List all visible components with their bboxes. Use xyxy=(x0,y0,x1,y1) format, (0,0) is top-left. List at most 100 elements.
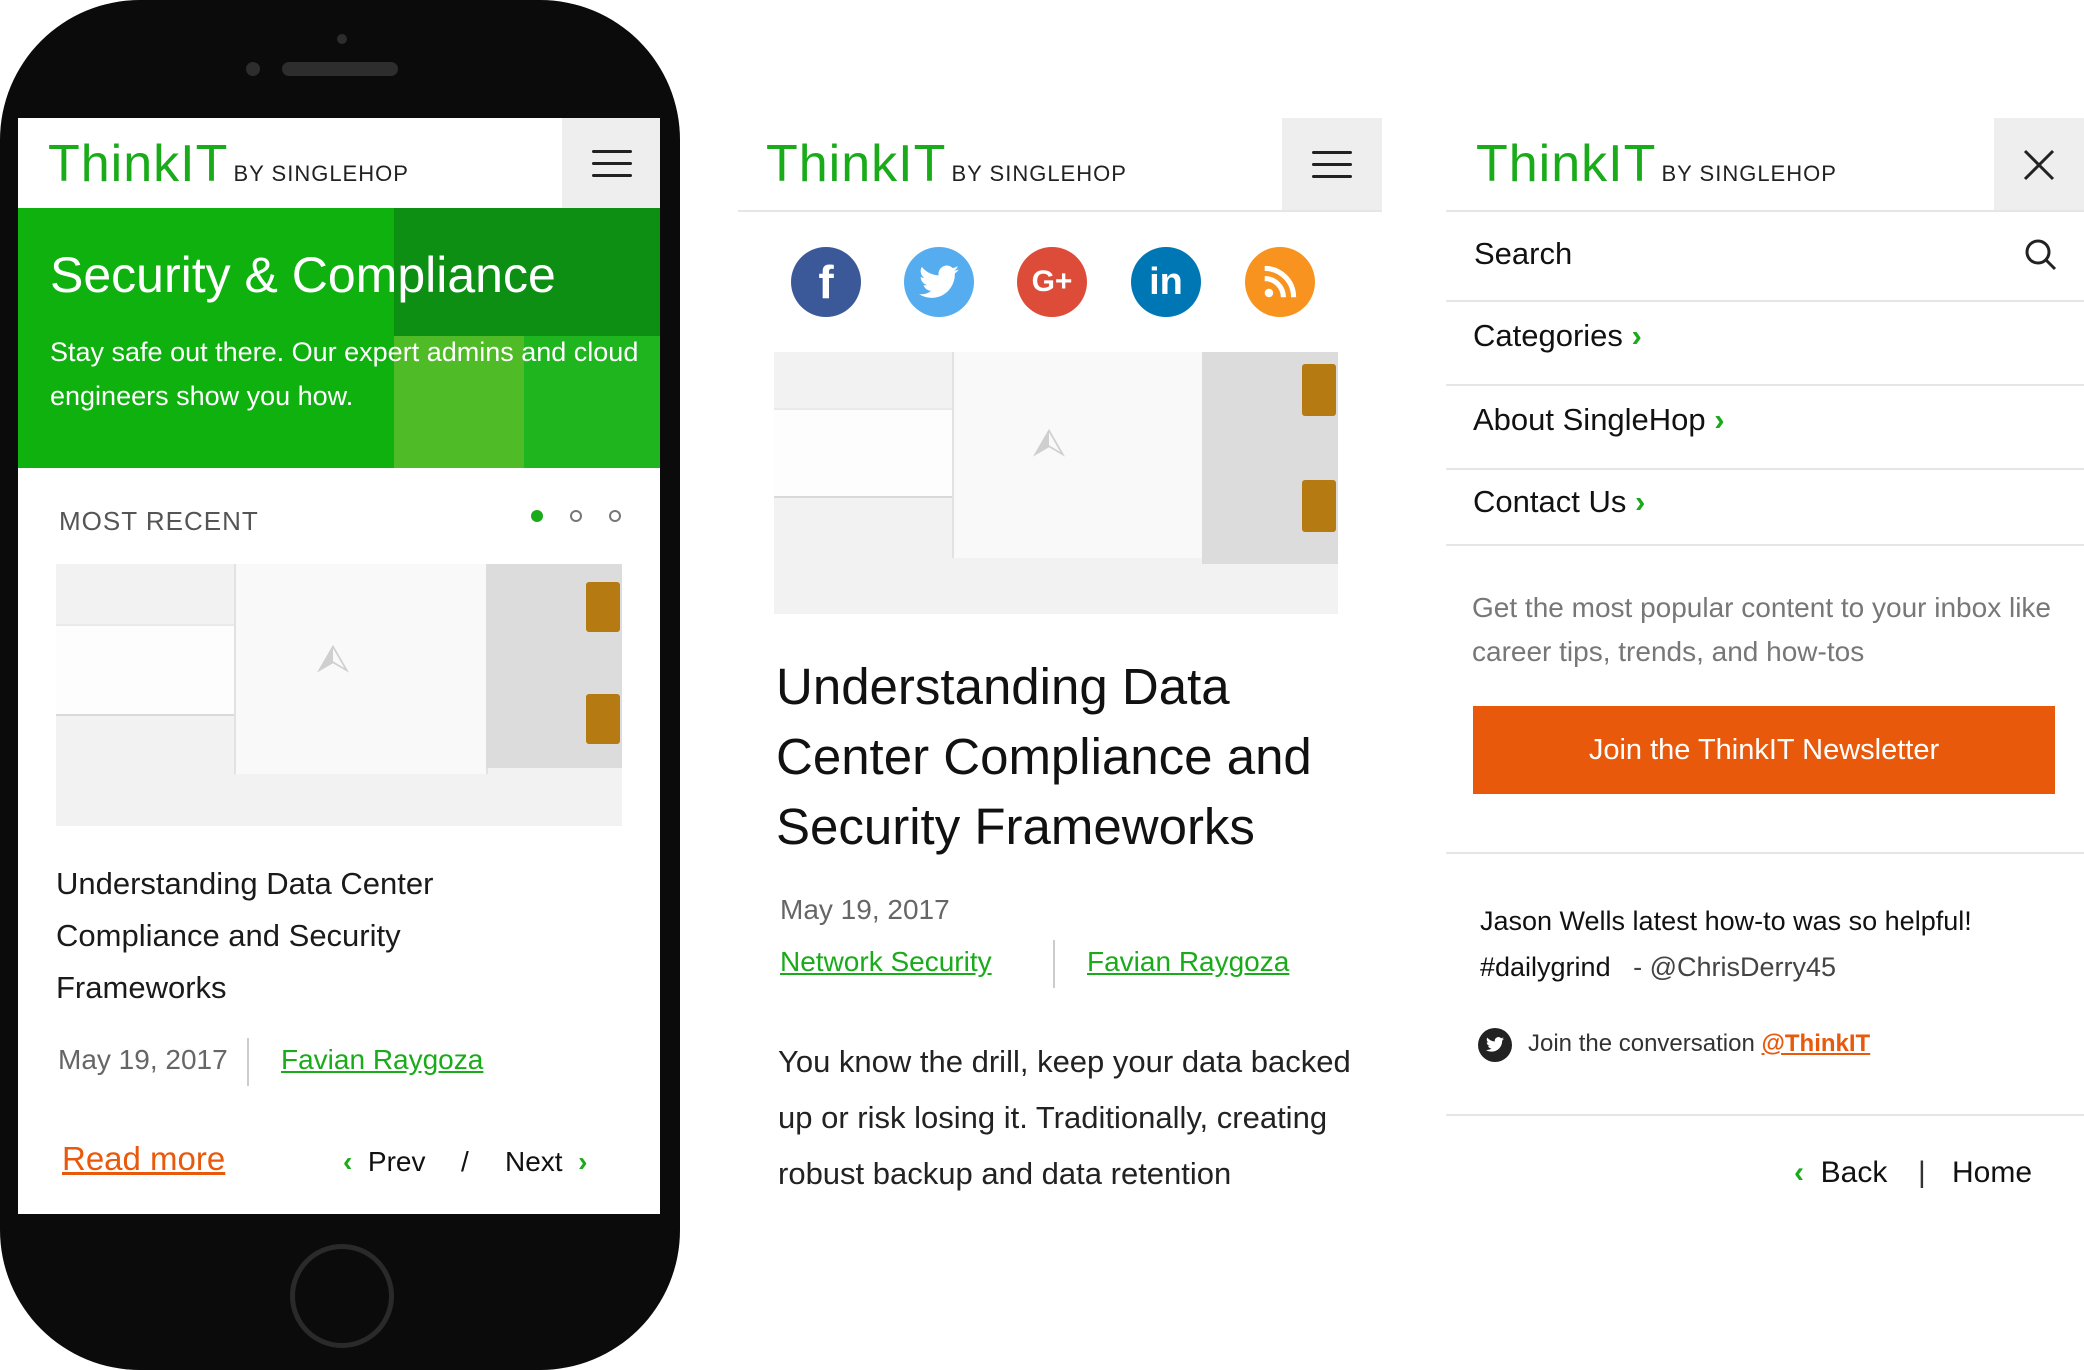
menu-item-label: About SingleHop › xyxy=(1473,402,1725,438)
carousel-dot[interactable] xyxy=(570,510,582,522)
section-divider xyxy=(1446,852,2084,854)
chevron-right-icon: › xyxy=(1714,402,1725,437)
hero-subtitle: Stay safe out there. Our expert admins a… xyxy=(50,337,639,411)
usb-plug xyxy=(952,352,1204,558)
pager-separator: / xyxy=(461,1146,469,1177)
hamburger-icon-line xyxy=(1312,163,1352,166)
meta-divider xyxy=(1053,940,1055,988)
usb-cable xyxy=(56,624,236,716)
prev-label: Prev xyxy=(367,1146,426,1177)
logo-wordmark: ThinkIT xyxy=(48,135,229,193)
prev-button[interactable]: ‹ Prev xyxy=(343,1146,425,1178)
hero-title: Security & Compliance xyxy=(50,247,556,303)
phone-speaker xyxy=(282,62,398,76)
phone-screen: ThinkIT BY SINGLEHOP Security & Complian… xyxy=(18,118,660,1214)
menu-button[interactable] xyxy=(1282,118,1382,210)
back-label: Back xyxy=(1820,1156,1888,1189)
article-author-link[interactable]: Favian Raygoza xyxy=(1087,946,1289,978)
search-row[interactable]: Search xyxy=(1446,212,2084,302)
article-body-clip: You know the drill, keep your data backe… xyxy=(778,1034,1378,1230)
phone-sensor xyxy=(337,34,347,44)
usb-cable xyxy=(774,408,954,498)
menu-button[interactable] xyxy=(562,118,660,208)
chevron-left-icon: ‹ xyxy=(343,1146,353,1177)
usb-pin xyxy=(586,694,620,744)
article-title: Understanding Data Center Compliance and… xyxy=(776,658,1312,855)
search-icon[interactable] xyxy=(2024,238,2058,272)
logo-byline: BY SINGLEHOP xyxy=(233,161,409,186)
meta-divider xyxy=(247,1038,249,1086)
rss-icon[interactable] xyxy=(1245,247,1315,317)
menu-item-contact[interactable]: Contact Us › xyxy=(1446,470,2084,546)
chevron-right-icon: › xyxy=(1634,484,1646,519)
chevron-right-icon: › xyxy=(578,1146,588,1177)
linkedin-icon[interactable]: in xyxy=(1131,247,1201,317)
join-conversation: Join the conversation @ThinkIT xyxy=(1528,1030,1870,1058)
article-category-link[interactable]: Network Security xyxy=(780,946,992,978)
header-divider xyxy=(738,210,1382,212)
read-more-link[interactable]: Read more xyxy=(62,1140,225,1178)
logo-byline: BY SINGLEHOP xyxy=(951,161,1127,186)
hamburger-icon xyxy=(1312,151,1352,154)
menu-logo[interactable]: ThinkIT BY SINGLEHOP xyxy=(1476,134,1837,194)
usb-plug xyxy=(234,564,488,774)
next-button[interactable]: Next › xyxy=(505,1146,587,1178)
newsletter-promo-text: Get the most popular content to your inb… xyxy=(1472,592,2051,667)
phone-camera xyxy=(246,62,260,76)
twitter-bird-icon xyxy=(1486,1037,1504,1052)
card-title[interactable]: Understanding Data Center Compliance and… xyxy=(56,858,576,1014)
testimonial-author: - @ChrisDerry45 xyxy=(1633,952,1837,982)
twitter-handle-link[interactable]: @ThinkIT xyxy=(1761,1030,1870,1057)
rss-feed-icon xyxy=(1264,265,1297,298)
chevron-right-icon: › xyxy=(1631,318,1642,353)
menu-item-text: Contact Us xyxy=(1473,484,1627,519)
newsletter-button[interactable]: Join the ThinkIT Newsletter xyxy=(1473,706,2055,794)
article-logo[interactable]: ThinkIT BY SINGLEHOP xyxy=(766,134,1127,194)
hamburger-icon xyxy=(592,150,632,153)
close-icon xyxy=(2023,149,2055,181)
article-thumbnail[interactable]: ⮙ xyxy=(56,564,622,826)
footer-separator: | xyxy=(1918,1156,1926,1189)
home-link[interactable]: Home xyxy=(1952,1156,2032,1190)
phone-home-button xyxy=(290,1244,394,1348)
close-menu-button[interactable] xyxy=(1994,118,2084,210)
article-body: You know the drill, keep your data backe… xyxy=(778,1044,1351,1191)
twitter-bird-icon xyxy=(919,265,959,298)
carousel-dot-active[interactable] xyxy=(531,510,543,522)
usb-icon: ⮙ xyxy=(1032,420,1066,466)
section-divider xyxy=(1446,1114,2084,1116)
facebook-icon[interactable]: f xyxy=(791,247,861,317)
chevron-left-icon: ‹ xyxy=(1794,1156,1804,1189)
logo-wordmark: ThinkIT xyxy=(766,135,947,193)
menu-item-categories[interactable]: Categories › xyxy=(1446,302,2084,386)
carousel-dot[interactable] xyxy=(609,510,621,522)
hamburger-icon-line xyxy=(592,162,632,165)
twitter-icon xyxy=(1478,1028,1512,1062)
card-author-link[interactable]: Favian Raygoza xyxy=(281,1044,483,1076)
menu-item-text: Categories xyxy=(1473,318,1623,353)
back-button[interactable]: ‹ Back xyxy=(1794,1156,1887,1190)
section-label: MOST RECENT xyxy=(59,506,259,536)
logo[interactable]: ThinkIT BY SINGLEHOP xyxy=(48,134,409,194)
next-label: Next xyxy=(505,1146,563,1177)
logo-wordmark: ThinkIT xyxy=(1476,135,1657,193)
menu-item-about[interactable]: About SingleHop › xyxy=(1446,386,2084,470)
search-label: Search xyxy=(1474,236,1573,271)
hamburger-icon-line xyxy=(1312,175,1352,178)
logo-byline: BY SINGLEHOP xyxy=(1661,161,1837,186)
twitter-icon[interactable] xyxy=(904,247,974,317)
phone-frame: ThinkIT BY SINGLEHOP Security & Complian… xyxy=(0,0,680,1370)
testimonial: Jason Wells latest how-to was so helpful… xyxy=(1480,898,2040,990)
usb-pin xyxy=(586,582,620,632)
join-text: Join the conversation xyxy=(1528,1030,1755,1057)
menu-item-label: Contact Us › xyxy=(1473,484,1645,520)
category-hero: Security & Compliance Stay safe out ther… xyxy=(18,208,660,468)
usb-pin xyxy=(1302,364,1336,416)
usb-pin xyxy=(1302,480,1336,532)
usb-icon: ⮙ xyxy=(316,636,350,682)
menu-item-label: Categories › xyxy=(1473,318,1642,354)
card-date: May 19, 2017 xyxy=(58,1044,228,1075)
article-hero-image: ⮙ xyxy=(774,352,1338,614)
google-plus-icon[interactable]: G+ xyxy=(1017,247,1087,317)
article-date: May 19, 2017 xyxy=(780,894,950,925)
